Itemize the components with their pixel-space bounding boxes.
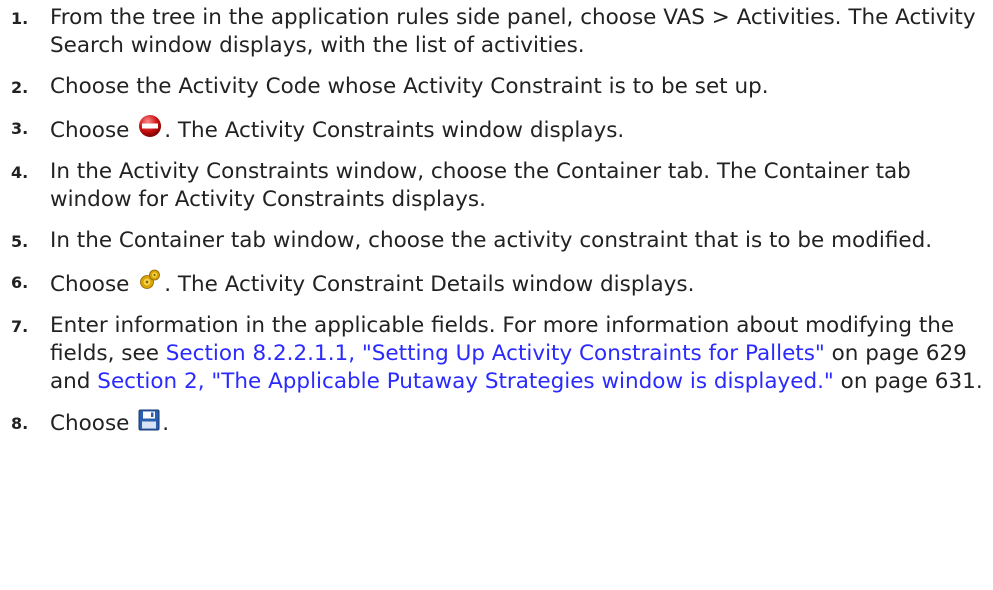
step-4: 4. In the Activity Constraints window, c…	[0, 158, 993, 214]
constraint-icon	[138, 114, 162, 138]
step-text-after: .	[162, 411, 170, 436]
step-number: 1.	[11, 9, 29, 28]
step-text: In the Activity Constraints window, choo…	[50, 159, 911, 212]
step-text: From the tree in the application rules s…	[50, 5, 976, 58]
step-1: 1. From the tree in the application rule…	[0, 4, 993, 60]
section-link-putaway-strategies[interactable]: Section 2, "The Applicable Putaway Strat…	[97, 369, 834, 394]
step-number: 3.	[11, 119, 29, 138]
step-text-before: Choose	[50, 118, 137, 143]
step-text: In the Container tab window, choose the …	[50, 228, 933, 253]
step-5: 5. In the Container tab window, choose t…	[0, 227, 993, 255]
step-number: 5.	[11, 232, 29, 251]
step-number: 2.	[11, 78, 29, 97]
step-text-after: . The Activity Constraints window displa…	[164, 118, 625, 143]
step-6: 6. Choose . The Activity Constraint Deta…	[0, 268, 993, 299]
section-link-activity-constraints[interactable]: Section 8.2.2.1.1, "Setting Up Activity …	[166, 341, 825, 366]
procedure-steps: 1. From the tree in the application rule…	[0, 0, 993, 463]
step-text: Choose the Activity Code whose Activity …	[50, 74, 769, 99]
step-number: 4.	[11, 163, 29, 182]
step-8: 8. Choose .	[0, 409, 993, 438]
step-2: 2. Choose the Activity Code whose Activi…	[0, 73, 993, 101]
step-3: 3. Choose . The Activity Constraints win…	[0, 114, 993, 145]
step-number: 7.	[11, 317, 29, 336]
save-icon	[138, 409, 160, 431]
step-text-end: on page 631.	[833, 369, 983, 394]
gear-icon	[138, 268, 162, 292]
step-text-before: Choose	[50, 272, 137, 297]
step-number: 8.	[11, 414, 29, 433]
step-number: 6.	[11, 273, 29, 292]
step-7: 7. Enter information in the applicable f…	[0, 312, 993, 396]
step-text-before: Choose	[50, 411, 137, 436]
step-text-after: . The Activity Constraint Details window…	[164, 272, 695, 297]
